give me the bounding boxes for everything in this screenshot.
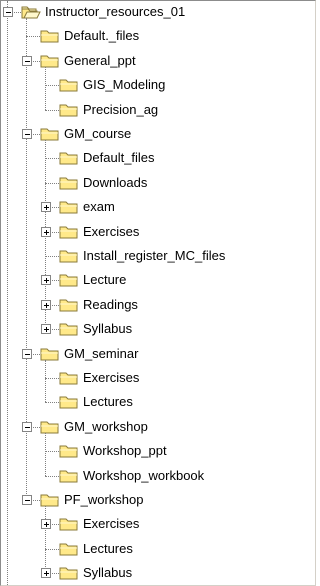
tree-node[interactable]: GIS_Modeling (1, 74, 315, 96)
tree-node-label[interactable]: GM_course (63, 126, 132, 142)
tree-node-label[interactable]: Install_register_MC_files (82, 248, 226, 264)
tree-node[interactable]: Exercises (1, 221, 315, 243)
tree-connector-line (45, 109, 59, 111)
folder-icon (59, 541, 79, 557)
tree-node[interactable]: PF_workshop (1, 489, 315, 511)
folder-icon (59, 175, 79, 191)
tree-node-label[interactable]: General_ppt (63, 53, 137, 69)
plus-icon[interactable] (41, 519, 51, 530)
tree-node[interactable]: Downloads (1, 172, 315, 194)
tree-node[interactable]: Default_files (1, 147, 315, 169)
minus-icon[interactable] (3, 7, 13, 17)
tree-connector-line (26, 36, 40, 38)
folder-icon (59, 272, 79, 288)
tree-node-label[interactable]: Instructor_resources_01 (44, 4, 186, 20)
tree-node[interactable]: Exercises (1, 513, 315, 535)
tree-node[interactable]: GM_workshop (1, 416, 315, 438)
tree-node[interactable]: exam (1, 196, 315, 218)
tree-connector-line (45, 256, 59, 257)
minus-icon[interactable] (22, 129, 32, 139)
minus-icon[interactable] (22, 421, 32, 432)
tree-connector-line (45, 182, 59, 184)
tree-node-label[interactable]: Precision_ag (82, 102, 159, 118)
tree-node[interactable]: Lecture (1, 269, 315, 291)
folder-icon (59, 321, 79, 337)
plus-icon[interactable] (41, 324, 51, 335)
folder-icon (59, 224, 79, 240)
tree-node[interactable]: GM_seminar (1, 343, 315, 365)
tree-node[interactable]: Exercises (1, 367, 315, 389)
tree-node[interactable]: Syllabus (1, 562, 315, 584)
tree-node[interactable]: Workshop_ppt (1, 440, 315, 462)
folder-icon (40, 53, 60, 69)
plus-icon[interactable] (41, 568, 51, 579)
tree-node-label[interactable]: Exercises (82, 370, 140, 386)
tree-node[interactable]: Lectures (1, 538, 315, 560)
folder-icon (59, 516, 79, 532)
tree-node-label[interactable]: Lecture (82, 272, 127, 288)
folder-icon (59, 468, 79, 484)
folder-icon (40, 492, 60, 508)
tree-node[interactable]: Precision_ag (1, 99, 315, 121)
tree-connector-line (45, 451, 59, 453)
folder-icon (59, 102, 79, 118)
plus-icon[interactable] (41, 202, 51, 213)
minus-icon[interactable] (22, 55, 32, 66)
tree-node[interactable]: Default._files (1, 25, 315, 47)
folder-icon (59, 199, 79, 215)
tree-node[interactable]: Syllabus (1, 318, 315, 340)
tree-node[interactable]: General_ppt (1, 50, 315, 72)
tree-node-label[interactable]: exam (82, 199, 116, 215)
folder-icon (59, 77, 79, 93)
folder-open-icon (21, 4, 41, 20)
tree-node-label[interactable]: Syllabus (82, 321, 133, 337)
tree-connector-line (45, 378, 59, 379)
minus-icon[interactable] (22, 348, 32, 359)
tree-node-label[interactable]: Readings (82, 297, 139, 313)
folder-icon (59, 565, 79, 581)
minus-icon[interactable] (22, 495, 32, 505)
plus-icon[interactable] (41, 299, 51, 310)
tree-node-label[interactable]: Default._files (63, 28, 140, 44)
tree-node-label[interactable]: Lectures (82, 394, 134, 410)
folder-icon (40, 346, 60, 362)
tree-node-label[interactable]: GIS_Modeling (82, 77, 166, 93)
tree-node[interactable]: Install_register_MC_files (1, 245, 315, 267)
folder-icon (59, 370, 79, 386)
folder-icon (59, 394, 79, 410)
tree-node[interactable]: Instructor_resources_01 (1, 1, 315, 23)
plus-icon[interactable] (41, 275, 51, 286)
tree-node-label[interactable]: Default_files (82, 150, 156, 166)
folder-icon (40, 126, 60, 142)
folder-tree-view[interactable]: Instructor_resources_01 Default._files Gen… (0, 0, 316, 586)
tree-node-label[interactable]: Exercises (82, 224, 140, 240)
tree-node-label[interactable]: GM_workshop (63, 419, 149, 435)
tree-node[interactable]: Lectures (1, 391, 315, 413)
tree-node-label[interactable]: PF_workshop (63, 492, 144, 508)
tree-connector-line (45, 475, 59, 477)
tree-node-label[interactable]: GM_seminar (63, 346, 139, 362)
tree-node-label[interactable]: Downloads (82, 175, 148, 191)
folder-icon (59, 150, 79, 166)
tree-connector-line (45, 158, 59, 160)
plus-icon[interactable] (41, 226, 51, 237)
tree-node-label[interactable]: Lectures (82, 541, 134, 557)
tree-node-label[interactable]: Workshop_ppt (82, 443, 168, 459)
tree-node-label[interactable]: Exercises (82, 516, 140, 532)
folder-icon (59, 297, 79, 313)
tree-node-label[interactable]: Syllabus (82, 565, 133, 581)
tree-node[interactable]: GM_course (1, 123, 315, 145)
folder-icon (59, 248, 79, 264)
folder-icon (59, 443, 79, 459)
tree-node[interactable]: Workshop_workbook (1, 465, 315, 487)
folder-icon (40, 419, 60, 435)
tree-node-label[interactable]: Workshop_workbook (82, 468, 205, 484)
tree-connector-line (45, 85, 59, 87)
tree-connector-line (45, 402, 59, 404)
folder-icon (40, 28, 60, 44)
tree-connector-line (45, 548, 59, 550)
tree-node[interactable]: Readings (1, 294, 315, 316)
